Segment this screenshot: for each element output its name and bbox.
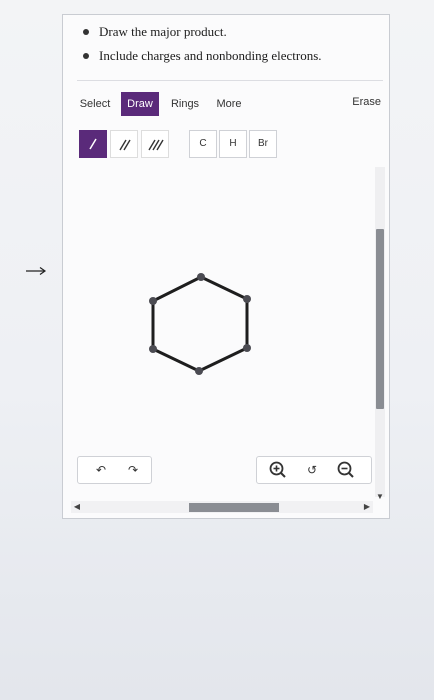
reset-zoom-icon[interactable]: ↺ — [301, 459, 323, 481]
bond-line[interactable] — [152, 275, 202, 303]
chevron-left-icon[interactable]: ◀ — [71, 501, 83, 513]
tab-rings[interactable]: Rings — [165, 92, 205, 116]
drawing-panel: Draw the major product. Include charges … — [62, 14, 390, 519]
divider — [77, 80, 383, 81]
zoom-in-icon[interactable] — [267, 459, 289, 481]
horizontal-scroll-thumb[interactable] — [189, 503, 279, 512]
atom-carbon-button[interactable]: C — [189, 130, 217, 158]
atom-node[interactable] — [149, 345, 157, 353]
bond-line[interactable] — [152, 347, 200, 373]
atom-bromine-button[interactable]: Br — [249, 130, 277, 158]
bullet-icon — [83, 29, 89, 35]
history-controls: ↶ ↷ — [77, 456, 152, 484]
triple-bond-button[interactable] — [141, 130, 169, 158]
redo-icon[interactable]: ↷ — [122, 459, 144, 481]
bullet-icon — [83, 53, 89, 59]
atom-node[interactable] — [243, 295, 251, 303]
undo-icon[interactable]: ↶ — [90, 459, 112, 481]
bond-line[interactable] — [198, 346, 248, 373]
atom-node[interactable] — [149, 297, 157, 305]
atom-node[interactable] — [243, 344, 251, 352]
tab-select[interactable]: Select — [75, 92, 115, 116]
chevron-right-icon[interactable]: ▶ — [361, 501, 373, 513]
reaction-arrow-icon — [26, 267, 47, 275]
atom-hydrogen-button[interactable]: H — [219, 130, 247, 158]
erase-button[interactable]: Erase — [352, 96, 381, 108]
chevron-down-icon[interactable]: ▼ — [375, 491, 385, 503]
horizontal-scrollbar[interactable]: ◀ ▶ — [71, 501, 373, 513]
atom-node[interactable] — [195, 367, 203, 375]
vertical-scroll-thumb[interactable] — [376, 229, 384, 409]
tab-draw[interactable]: Draw — [121, 92, 159, 116]
tab-more[interactable]: More — [209, 92, 249, 116]
hexagon-molecule[interactable] — [149, 273, 251, 375]
single-bond-button[interactable] — [79, 130, 107, 158]
zoom-out-icon[interactable] — [335, 459, 357, 481]
double-bond-button[interactable] — [110, 130, 138, 158]
triple-bond-icon — [148, 139, 164, 151]
atom-node[interactable] — [197, 273, 205, 281]
bond-line[interactable] — [200, 275, 248, 301]
double-bond-icon — [119, 139, 131, 151]
single-bond-icon — [89, 138, 97, 150]
tool-tabs: Select Draw Rings More Erase — [75, 87, 383, 125]
zoom-controls: ↺ — [256, 456, 372, 484]
